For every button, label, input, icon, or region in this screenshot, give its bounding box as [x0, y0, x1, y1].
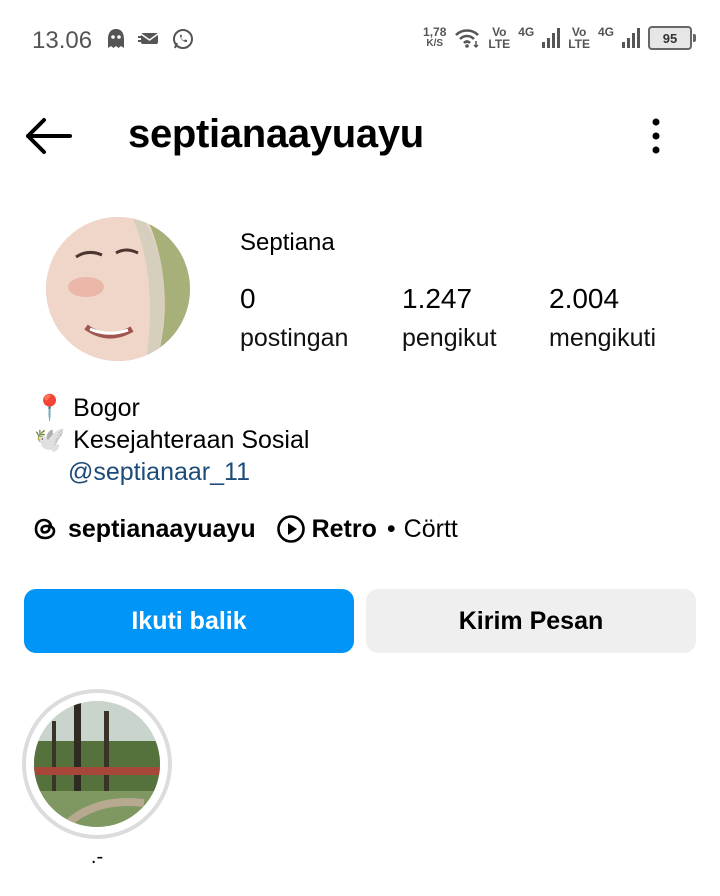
sim1-volte-sub: LTE	[488, 37, 511, 51]
sim2-volte: Vo LTE	[568, 26, 590, 50]
avatar-photo	[46, 217, 190, 361]
wifi-icon	[455, 29, 480, 49]
highlight-label: .-	[90, 846, 104, 868]
follow-back-button[interactable]: Ikuti balik	[24, 589, 354, 653]
music-separator: •	[386, 514, 396, 543]
sim2-network-type: 4G	[597, 25, 614, 39]
music-title[interactable]: Retro	[312, 515, 377, 544]
followers-count[interactable]: 1.247	[402, 283, 472, 315]
dove-icon: 🕊️	[34, 426, 66, 454]
sim2-volte-sub: LTE	[568, 37, 590, 51]
posts-count[interactable]: 0	[240, 283, 256, 315]
send-message-button[interactable]: Kirim Pesan	[366, 589, 696, 653]
network-speed-unit: K/S	[426, 38, 444, 49]
profile-display-name: Septiana	[240, 229, 335, 256]
profile-username-title: septianaayuayu	[128, 112, 424, 156]
posts-label[interactable]: postingan	[240, 324, 348, 353]
music-artist[interactable]: Cörtt	[404, 515, 458, 544]
threads-music-row: septianaayuayu Retro • Cörtt	[32, 514, 458, 544]
following-label[interactable]: mengikuti	[549, 324, 656, 353]
email-icon	[138, 33, 159, 44]
threads-username[interactable]: septianaayuayu	[68, 515, 256, 544]
bio-mention-link[interactable]: @septianaar_11	[68, 458, 250, 487]
battery-indicator: 95	[648, 26, 696, 50]
play-circle-icon[interactable]	[276, 514, 306, 544]
threads-icon[interactable]	[32, 515, 60, 543]
whatsapp-icon	[173, 29, 193, 49]
status-time: 13.06	[32, 27, 93, 54]
bio-location: 📍 Bogor	[34, 394, 140, 423]
sim1-volte: Vo LTE	[488, 26, 510, 50]
sim1-network-type: 4G	[518, 25, 535, 39]
notification-icons	[106, 28, 194, 50]
back-arrow-icon[interactable]	[22, 114, 74, 158]
system-icons: 1,78 K/S Vo LTE 4G Vo LTE 4G 95	[423, 25, 696, 50]
network-speed: 1,78 K/S	[423, 26, 446, 50]
following-count[interactable]: 2.004	[549, 283, 619, 315]
ghost-icon	[108, 29, 124, 48]
sim2-signal-icon	[622, 28, 640, 48]
highlight-cover-image	[34, 701, 160, 827]
bio-description: 🕊️ Kesejahteraan Sosial	[34, 426, 309, 455]
story-highlight[interactable]	[22, 689, 172, 839]
park-photo	[34, 701, 160, 827]
pin-icon: 📍	[34, 394, 66, 422]
bio-location-text: Bogor	[73, 394, 140, 422]
followers-label[interactable]: pengikut	[402, 324, 497, 353]
bio-description-text: Kesejahteraan Sosial	[73, 426, 310, 454]
sim1-signal-icon	[542, 28, 561, 48]
profile-avatar[interactable]	[46, 217, 190, 361]
more-options-icon[interactable]	[644, 116, 668, 156]
network-speed-value: 1,78	[423, 25, 447, 39]
